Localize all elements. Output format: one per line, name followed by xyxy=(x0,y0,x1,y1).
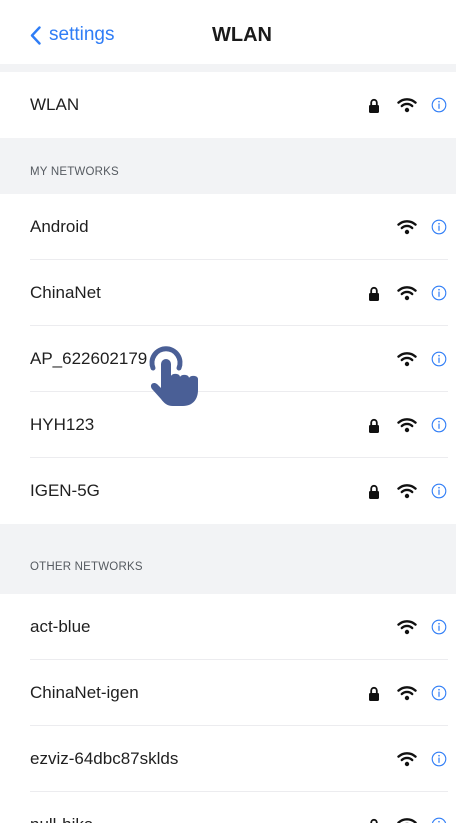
network-row[interactable]: ezviz-64dbc87sklds xyxy=(0,726,456,792)
network-row[interactable]: ChinaNet-igen xyxy=(0,660,456,726)
network-name: ChinaNet xyxy=(30,283,101,302)
other-networks-header: OTHER NETWORKS xyxy=(0,524,456,594)
network-name: act-blue xyxy=(30,617,91,636)
network-row[interactable]: null-hika xyxy=(0,792,456,823)
tap-hand-icon xyxy=(149,346,198,406)
network-row[interactable]: IGEN-5G xyxy=(0,458,456,524)
wifi-icon xyxy=(397,352,417,367)
info-icon[interactable] xyxy=(431,751,447,767)
lock-icon xyxy=(369,98,379,113)
section-gap xyxy=(0,64,456,72)
wifi-icon xyxy=(397,686,417,701)
wifi-icon xyxy=(397,418,417,433)
other-networks-header-label: OTHER NETWORKS xyxy=(30,561,143,573)
wifi-icon xyxy=(397,620,417,635)
info-icon[interactable] xyxy=(431,417,447,433)
info-icon[interactable] xyxy=(431,817,447,823)
network-row[interactable]: Android xyxy=(0,194,456,260)
wifi-icon xyxy=(397,818,417,823)
wifi-icon xyxy=(397,752,417,767)
wlan-row[interactable]: WLAN xyxy=(0,72,456,138)
info-icon[interactable] xyxy=(431,619,447,635)
info-icon[interactable] xyxy=(431,285,447,301)
back-button[interactable]: settings xyxy=(30,22,114,48)
info-icon[interactable] xyxy=(431,219,447,235)
network-row[interactable]: ChinaNet xyxy=(0,260,456,326)
wifi-icon xyxy=(397,220,417,235)
lock-icon xyxy=(369,418,379,433)
network-name: HYH123 xyxy=(30,415,95,434)
wlan-settings-screen: settings WLAN WLAN MY NETWORKS Android C… xyxy=(0,0,456,823)
navigation-bar: settings WLAN xyxy=(0,0,456,64)
network-name: ezviz-64dbc87sklds xyxy=(30,749,179,768)
network-name: IGEN-5G xyxy=(30,481,100,500)
network-name: Android xyxy=(30,217,89,236)
my-networks-header: MY NETWORKS xyxy=(0,138,456,194)
info-icon[interactable] xyxy=(431,483,447,499)
network-row[interactable]: AP_622602179 xyxy=(0,326,456,392)
wifi-icon xyxy=(397,286,417,301)
wlan-row-label: WLAN xyxy=(30,95,80,114)
lock-icon xyxy=(369,286,379,301)
network-name: null-hika xyxy=(30,792,93,823)
lock-icon xyxy=(370,818,378,823)
network-name: AP_622602179 xyxy=(30,349,148,368)
back-button-label: settings xyxy=(49,24,115,45)
wifi-icon xyxy=(397,484,417,499)
network-row[interactable]: HYH123 xyxy=(0,392,456,458)
network-row[interactable]: act-blue xyxy=(0,594,456,660)
wifi-icon xyxy=(397,98,417,113)
page-title: WLAN xyxy=(212,24,272,46)
lock-icon xyxy=(369,484,379,499)
lock-icon xyxy=(369,686,379,701)
chevron-left-icon xyxy=(30,25,41,45)
info-icon[interactable] xyxy=(431,685,447,701)
network-name: ChinaNet-igen xyxy=(30,683,139,702)
info-icon[interactable] xyxy=(431,351,447,367)
my-networks-header-label: MY NETWORKS xyxy=(30,166,119,178)
info-icon[interactable] xyxy=(431,97,447,113)
